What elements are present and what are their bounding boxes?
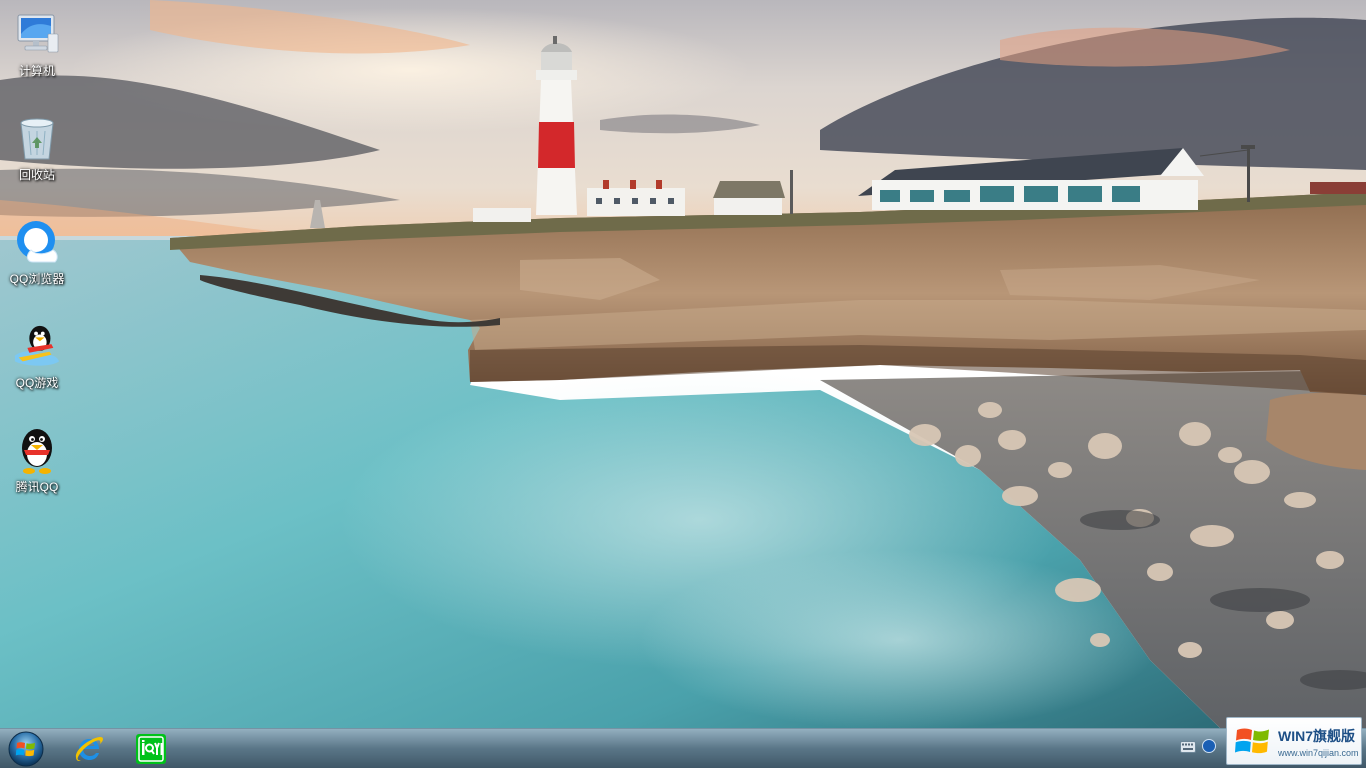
desktop-icon-recycle-bin[interactable]: 回收站 <box>4 110 70 200</box>
qq-browser-icon <box>13 218 61 266</box>
desktop: 计算机 回收站 QQ浏览器 QQ游戏 腾讯QQ WIN7旗舰版 www.win7… <box>0 0 1366 768</box>
qq-penguin-icon <box>13 426 61 474</box>
watermark-url: www.win7qijian.com <box>1278 748 1359 758</box>
taskbar <box>0 728 1366 768</box>
desktop-icon-label: QQ游戏 <box>15 376 59 390</box>
desktop-icon-label: QQ浏览器 <box>9 272 65 286</box>
desktop-icon-label: 腾讯QQ <box>15 480 59 494</box>
keyboard-icon[interactable] <box>1180 740 1196 758</box>
desktop-icon-tencent-qq[interactable]: 腾讯QQ <box>4 422 70 512</box>
desktop-icon-qq-game[interactable]: QQ游戏 <box>4 318 70 408</box>
recycle-bin-icon <box>13 114 61 162</box>
qq-game-icon <box>13 322 61 370</box>
internet-explorer-icon <box>75 737 103 761</box>
desktop-icon-qq-browser[interactable]: QQ浏览器 <box>4 214 70 304</box>
desktop-wallpaper <box>0 0 1366 730</box>
windows-flag-icon <box>1235 728 1269 754</box>
start-button[interactable] <box>6 730 46 768</box>
desktop-icon-computer[interactable]: 计算机 <box>4 6 70 96</box>
computer-icon <box>13 10 61 58</box>
desktop-icon-label: 回收站 <box>18 168 55 182</box>
taskbar-internet-explorer[interactable] <box>71 731 107 767</box>
tray-app-icon[interactable] <box>1202 739 1216 758</box>
windows-start-orb-icon <box>8 731 44 767</box>
win7-watermark-badge: WIN7旗舰版 www.win7qijian.com <box>1226 717 1362 765</box>
watermark-title: WIN7旗舰版 <box>1278 728 1355 744</box>
system-tray <box>1180 739 1216 758</box>
iqiyi-icon <box>136 734 166 764</box>
desktop-icon-label: 计算机 <box>18 64 55 78</box>
taskbar-iqiyi[interactable] <box>133 731 169 767</box>
